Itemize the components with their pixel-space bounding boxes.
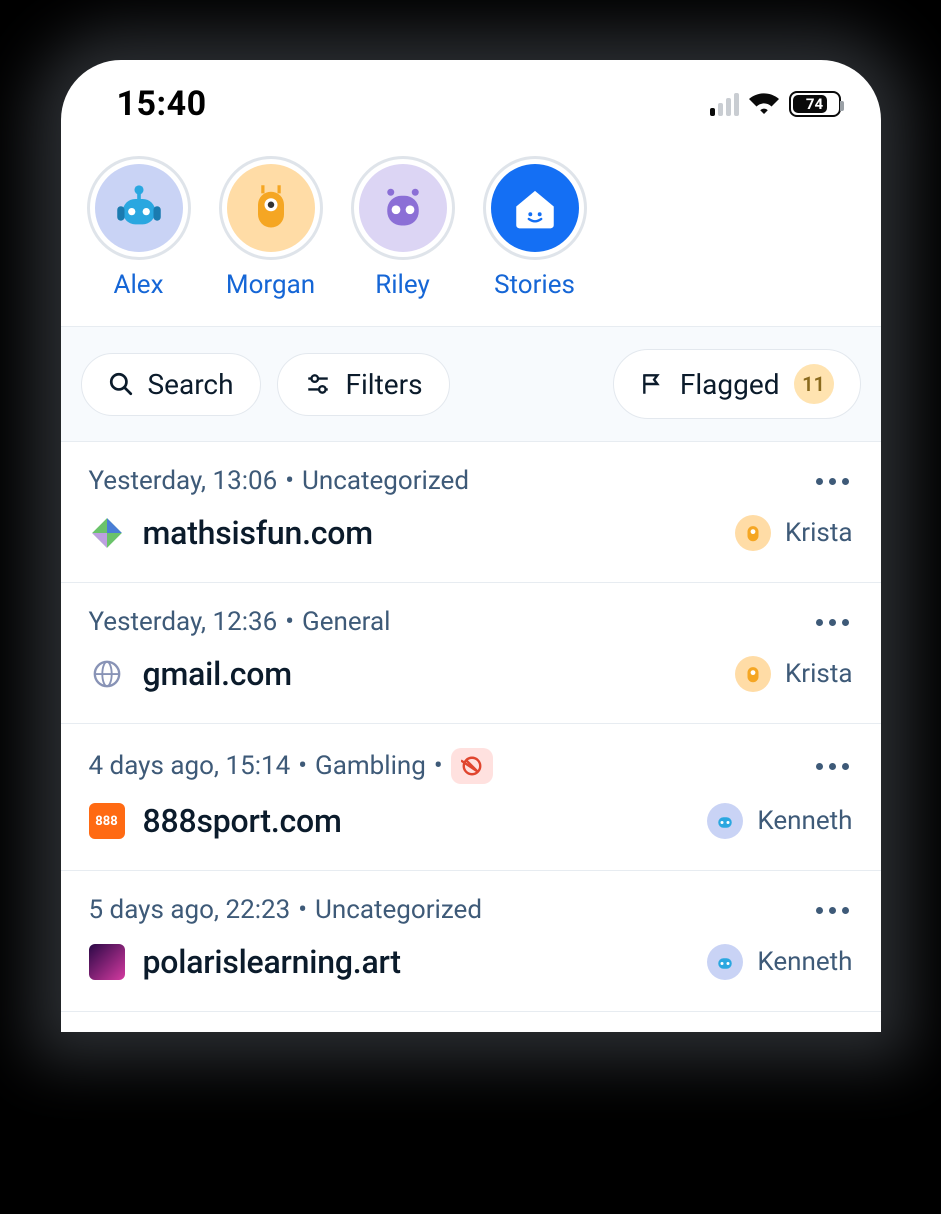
item-category: Gambling [315, 751, 426, 781]
child-name: Krista [785, 659, 853, 689]
item-time: 4 days ago, 15:14 [89, 751, 291, 781]
site-name: gmail.com [143, 655, 292, 693]
profile-label: Riley [375, 270, 430, 300]
child-avatar [707, 803, 743, 839]
activity-item[interactable]: Yesterday, 13:06 • Uncategorized mathsis… [61, 442, 881, 583]
robot-icon [95, 164, 183, 252]
monster-icon [227, 164, 315, 252]
site-name: mathsisfun.com [143, 514, 373, 552]
site-name: 888sport.com [143, 802, 342, 840]
flag-icon [640, 371, 666, 397]
flagged-label: Flagged [680, 368, 780, 401]
blocked-badge [451, 748, 493, 784]
search-label: Search [148, 368, 234, 401]
child-name: Kenneth [757, 947, 852, 977]
status-time: 15:40 [117, 84, 207, 124]
wifi-icon [749, 92, 779, 116]
battery-level: 74 [806, 95, 823, 113]
search-icon [108, 371, 134, 397]
filters-button[interactable]: Filters [277, 353, 450, 416]
activity-item[interactable]: 5 days ago, 22:23 • Uncategorized polari… [61, 871, 881, 1012]
item-time: 5 days ago, 22:23 [89, 895, 291, 925]
child-avatar [735, 656, 771, 692]
profile-morgan[interactable]: Morgan [219, 156, 323, 300]
profile-label: Alex [114, 270, 164, 300]
more-button[interactable] [812, 472, 853, 491]
search-button[interactable]: Search [81, 353, 261, 416]
item-time: Yesterday, 13:06 [89, 466, 278, 496]
profiles-row: Alex Morgan Riley Stories [61, 132, 881, 327]
item-time: Yesterday, 12:36 [89, 607, 278, 637]
site-favicon [89, 515, 125, 551]
site-name: polarislearning.art [143, 943, 401, 981]
controls-row: Search Filters Flagged 11 [61, 327, 881, 442]
more-button[interactable] [812, 901, 853, 920]
activity-item[interactable]: 4 days ago, 15:14 • Gambling • 888 888sp… [61, 724, 881, 871]
child-name: Kenneth [757, 806, 852, 836]
activity-item[interactable]: Yesterday, 12:36 • General gmail.com [61, 583, 881, 724]
profile-alex[interactable]: Alex [87, 156, 191, 300]
profile-riley[interactable]: Riley [351, 156, 455, 300]
more-button[interactable] [812, 757, 853, 776]
phone-frame: 15:40 74 Alex [61, 60, 881, 1032]
battery-icon: 74 [789, 91, 841, 117]
flagged-count-badge: 11 [794, 364, 834, 404]
profile-label: Stories [494, 270, 575, 300]
sliders-icon [304, 371, 332, 397]
site-favicon [89, 656, 125, 692]
site-favicon [89, 944, 125, 980]
profile-stories[interactable]: Stories [483, 156, 587, 300]
item-category: Uncategorized [315, 895, 482, 925]
home-icon [491, 164, 579, 252]
flagged-button[interactable]: Flagged 11 [613, 349, 861, 419]
status-bar: 15:40 74 [61, 60, 881, 132]
blocked-icon [461, 755, 483, 777]
more-button[interactable] [812, 613, 853, 632]
item-category: General [302, 607, 390, 637]
cellular-icon [710, 92, 739, 116]
child-name: Krista [785, 518, 853, 548]
alien-icon [359, 164, 447, 252]
child-avatar [707, 944, 743, 980]
filters-label: Filters [346, 368, 423, 401]
profile-label: Morgan [226, 270, 315, 300]
activity-list: Yesterday, 13:06 • Uncategorized mathsis… [61, 442, 881, 1012]
item-category: Uncategorized [302, 466, 469, 496]
site-favicon: 888 [89, 803, 125, 839]
child-avatar [735, 515, 771, 551]
